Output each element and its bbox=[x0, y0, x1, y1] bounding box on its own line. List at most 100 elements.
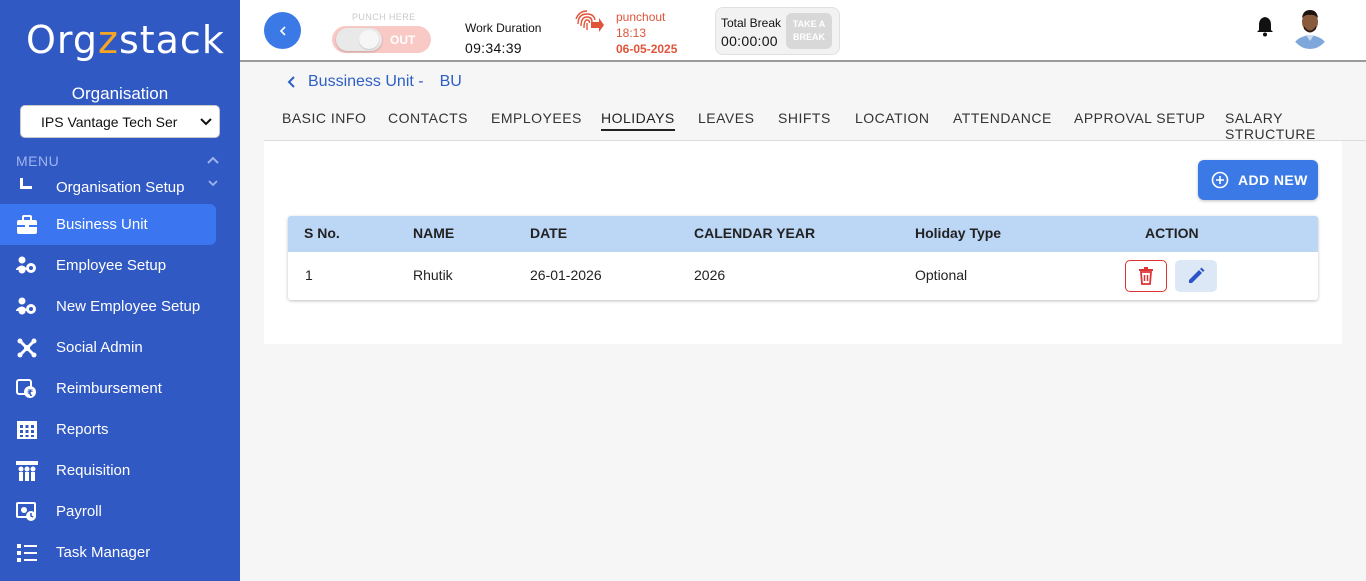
sidebar-item-task-manager[interactable]: Task Manager bbox=[0, 532, 216, 573]
punch-toggle-knob bbox=[336, 28, 382, 51]
chevron-down-icon bbox=[200, 118, 212, 126]
reports-icon bbox=[16, 419, 38, 441]
tab-holidays[interactable]: HOLIDAYS bbox=[601, 110, 675, 131]
take-break-line-2: BREAK bbox=[792, 32, 825, 42]
holidays-table: S No. NAME DATE CALENDAR YEAR Holiday Ty… bbox=[288, 216, 1318, 300]
sidebar-item-employee-setup[interactable]: Employee Setup bbox=[0, 245, 216, 286]
trash-icon bbox=[1139, 267, 1153, 285]
work-duration-value: 09:34:39 bbox=[465, 40, 522, 56]
sidebar-item-label: New Employee Setup bbox=[56, 298, 201, 315]
sidebar: Orgzstack Organisation IPS Vantage Tech … bbox=[0, 0, 240, 581]
punch-here-label: PUNCH HERE bbox=[352, 12, 416, 22]
pencil-icon bbox=[1189, 267, 1205, 283]
take-break-button[interactable]: TAKE A BREAK bbox=[786, 13, 832, 49]
payroll-icon bbox=[16, 501, 38, 523]
total-break-label: Total Break bbox=[721, 16, 782, 30]
tab-leaves[interactable]: LEAVES bbox=[698, 110, 754, 126]
organisation-select[interactable]: IPS Vantage Tech Ser bbox=[20, 105, 220, 138]
sidebar-item-label: Social Admin bbox=[56, 339, 143, 356]
sidebar-item-requisition[interactable]: Requisition bbox=[0, 450, 216, 491]
reimbursement-icon: ₹ bbox=[16, 378, 38, 400]
sidebar-item-label: Reimbursement bbox=[56, 380, 162, 397]
delete-button[interactable] bbox=[1125, 260, 1167, 292]
total-break-value: 00:00:00 bbox=[721, 33, 778, 49]
sidebar-item-label: Organisation Setup bbox=[56, 179, 185, 196]
column-header-action: ACTION bbox=[1145, 225, 1199, 241]
cell-calendar-year: 2026 bbox=[694, 267, 726, 283]
breadcrumb-code: BU bbox=[439, 73, 462, 90]
orgzstack-logo[interactable]: Orgzstack bbox=[26, 18, 225, 62]
punch-state-label: OUT bbox=[390, 33, 416, 47]
take-break-line-1: TAKE A bbox=[792, 19, 826, 29]
sidebar-item-label: Employee Setup bbox=[56, 257, 167, 274]
organisation-label: Organisation bbox=[71, 84, 169, 103]
breadcrumb-title: Bussiness Unit - bbox=[308, 73, 424, 90]
cell-date: 26-01-2026 bbox=[530, 267, 602, 283]
add-circle-icon bbox=[1211, 171, 1229, 189]
sidebar-item-label: Reports bbox=[56, 421, 109, 438]
requisition-icon bbox=[16, 460, 38, 482]
sidebar-item-label: Business Unit bbox=[56, 216, 148, 233]
tab-salary-structure[interactable]: SALARY STRUCTURE bbox=[1225, 110, 1366, 142]
sidebar-item-reimbursement[interactable]: ₹ Reimbursement bbox=[0, 368, 216, 409]
chevron-up-icon[interactable] bbox=[206, 154, 220, 166]
chevron-left-icon[interactable] bbox=[284, 74, 300, 90]
tab-employees[interactable]: EMPLOYEES bbox=[491, 110, 582, 126]
sidebar-item-organisation-setup[interactable]: Organisation Setup bbox=[0, 170, 216, 196]
fingerprint-icon bbox=[575, 10, 604, 32]
punch-toggle[interactable]: OUT bbox=[332, 26, 431, 53]
logo-text-2: z bbox=[98, 18, 119, 62]
employee-gear-icon bbox=[16, 296, 38, 318]
tab-location[interactable]: LOCATION bbox=[855, 110, 930, 126]
logo-text-1: Org bbox=[26, 18, 98, 62]
user-avatar[interactable] bbox=[1290, 5, 1330, 49]
add-new-label: ADD NEW bbox=[1238, 172, 1308, 188]
sidebar-item-label: Payroll bbox=[56, 503, 102, 520]
punchout-label: punchout bbox=[616, 10, 666, 24]
cell-sno: 1 bbox=[305, 267, 313, 283]
work-duration-label: Work Duration bbox=[465, 21, 542, 35]
chevron-down-icon[interactable] bbox=[208, 179, 218, 187]
org-setup-icon bbox=[16, 174, 38, 196]
sidebar-item-new-employee-setup[interactable]: New Employee Setup bbox=[0, 286, 216, 327]
logo-text-3: stack bbox=[118, 18, 225, 62]
sidebar-item-payroll[interactable]: Payroll bbox=[0, 491, 216, 532]
tab-contacts[interactable]: CONTACTS bbox=[388, 110, 468, 126]
breadcrumb: Bussiness Unit - BU bbox=[284, 73, 462, 91]
column-header-holiday-type: Holiday Type bbox=[915, 225, 1002, 241]
social-icon bbox=[16, 337, 38, 359]
sidebar-item-label: Requisition bbox=[56, 462, 131, 479]
punchout-time: 18:13 bbox=[616, 26, 647, 40]
employee-gear-icon bbox=[16, 255, 38, 277]
column-header-date: DATE bbox=[530, 225, 568, 241]
organisation-select-value: IPS Vantage Tech Ser bbox=[41, 113, 178, 130]
tab-basic-info[interactable]: BASIC INFO bbox=[282, 110, 366, 126]
column-header-calendar-year: CALENDAR YEAR bbox=[694, 225, 816, 241]
sidebar-item-business-unit[interactable]: Business Unit bbox=[0, 204, 216, 245]
add-new-button[interactable]: ADD NEW bbox=[1198, 160, 1318, 200]
bell-icon[interactable] bbox=[1254, 15, 1276, 37]
break-panel: Total Break 00:00:00 TAKE A BREAK bbox=[715, 7, 840, 55]
sidebar-item-social-admin[interactable]: Social Admin bbox=[0, 327, 216, 368]
tab-bar: BASIC INFO CONTACTS EMPLOYEES HOLIDAYS L… bbox=[264, 104, 1366, 142]
cell-name: Rhutik bbox=[413, 267, 453, 283]
sidebar-item-reports[interactable]: Reports bbox=[0, 409, 216, 450]
collapse-sidebar-button[interactable] bbox=[264, 12, 301, 49]
punchout-date: 06-05-2025 bbox=[616, 42, 678, 56]
holidays-panel: ADD NEW S No. NAME DATE CALENDAR YEAR Ho… bbox=[264, 141, 1342, 344]
cell-holiday-type: Optional bbox=[915, 267, 968, 283]
edit-button[interactable] bbox=[1175, 260, 1217, 292]
tab-shifts[interactable]: SHIFTS bbox=[778, 110, 831, 126]
svg-text:₹: ₹ bbox=[27, 389, 33, 399]
tab-approval-setup[interactable]: APPROVAL SETUP bbox=[1074, 110, 1205, 126]
task-list-icon bbox=[16, 542, 38, 564]
sidebar-item-label: Task Manager bbox=[56, 544, 151, 561]
tab-attendance[interactable]: ATTENDANCE bbox=[953, 110, 1052, 126]
chevron-left-icon bbox=[279, 25, 286, 36]
column-header-name: NAME bbox=[413, 225, 455, 241]
top-bar: PUNCH HERE OUT Work Duration 09:34:39 pu… bbox=[240, 0, 1366, 62]
briefcase-icon bbox=[16, 214, 38, 236]
menu-label: MENU bbox=[16, 153, 60, 169]
column-header-sno: S No. bbox=[304, 225, 340, 241]
table-header: S No. NAME DATE CALENDAR YEAR Holiday Ty… bbox=[288, 216, 1318, 252]
